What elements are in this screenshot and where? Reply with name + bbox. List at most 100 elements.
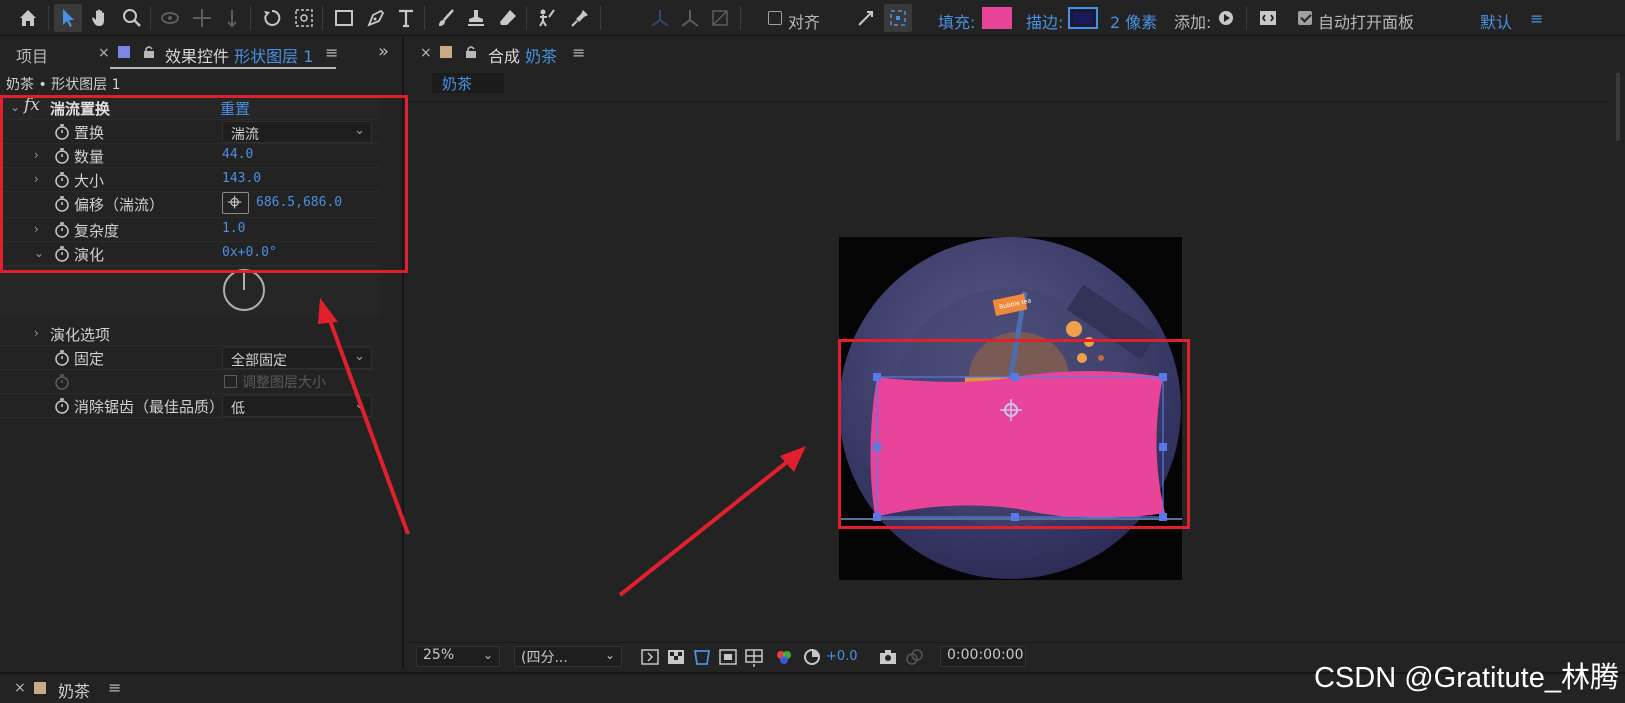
tab-project[interactable]: 项目 [16, 43, 48, 67]
stroke-width-value[interactable]: 2 像素 [1110, 9, 1157, 33]
antialiasing-label: 消除锯齿（最佳品质） [74, 398, 225, 416]
camera-snapshot-icon[interactable] [878, 647, 898, 667]
tab-effect-controls-layer: 形状图层 1 [234, 47, 314, 66]
property-row-antialiasing: 消除锯齿（最佳品质） 低 ⌄ [0, 394, 380, 418]
timecode-value: 0:00:00:00 [947, 647, 1024, 663]
align-checkbox[interactable] [768, 11, 782, 25]
lock-icon[interactable] [466, 46, 476, 58]
chevron-down-icon: ⌄ [482, 648, 493, 662]
panel-menu-icon[interactable]: ≡ [325, 43, 338, 62]
type-tool-icon[interactable] [392, 4, 420, 32]
antialiasing-dropdown[interactable]: 低 ⌄ [222, 395, 372, 417]
chevron-right-icon[interactable]: › [34, 326, 39, 340]
resize-layer-checkbox[interactable] [224, 375, 237, 388]
composition-viewer[interactable]: Bubble tea [408, 101, 1608, 631]
evolution-options-label: 演化选项 [50, 326, 111, 344]
world-axis-mode-icon[interactable] [676, 4, 704, 32]
brush-tool-icon[interactable] [432, 4, 460, 32]
align-label: 对齐 [788, 13, 821, 32]
property-row-pinning: 固定 全部固定 ⌄ [0, 346, 380, 370]
lock-icon[interactable] [144, 46, 154, 58]
puppet-tool-icon[interactable] [566, 4, 594, 32]
expand-panels-icon[interactable]: » [378, 41, 389, 62]
toggle-panel-icon[interactable] [1254, 4, 1282, 32]
hand-tool-icon[interactable] [86, 4, 114, 32]
dolly-camera-icon[interactable] [218, 4, 246, 32]
left-panel-tabs: 项目 × 效果控件 形状图层 1 ≡ » [0, 37, 404, 69]
comp-breadcrumb[interactable]: 奶茶 [432, 73, 504, 93]
chevron-down-icon: ⌄ [354, 349, 365, 364]
selection-tool-icon[interactable] [54, 4, 82, 32]
property-row-resize-layer: 调整图层大小 [0, 370, 380, 394]
roto-brush-tool-icon[interactable] [532, 4, 560, 32]
tab-effect-controls-prefix: 效果控件 [165, 47, 230, 66]
exposure-value[interactable]: +0.0 [826, 649, 858, 664]
color-channels-icon[interactable] [774, 647, 794, 667]
local-axis-mode-icon[interactable] [646, 4, 674, 32]
auto-open-panel-label: 自动打开面板 [1318, 13, 1415, 32]
resolution-dropdown[interactable]: (四分... ⌄ [514, 646, 622, 667]
layer-title: 奶茶 • 形状图层 1 [6, 77, 121, 93]
fill-color-swatch[interactable] [982, 7, 1012, 29]
fast-preview-icon[interactable] [640, 647, 660, 667]
mask-visibility-icon[interactable] [692, 647, 712, 667]
panel-menu-icon[interactable]: ≡ [572, 43, 585, 62]
chevron-down-icon: ⌄ [604, 648, 615, 662]
tab-composition[interactable]: 合成 奶茶 [488, 43, 557, 67]
transparency-grid-icon[interactable] [666, 647, 686, 667]
scrollbar[interactable] [1616, 73, 1620, 141]
active-tab-underline [110, 67, 336, 69]
workspace-default[interactable]: 默认 [1480, 9, 1512, 33]
annotation-highlight-box [838, 339, 1190, 529]
tab-effect-controls[interactable]: 效果控件 形状图层 1 [165, 43, 313, 67]
tab-composition-name: 奶茶 [525, 47, 558, 66]
workspace-menu-icon[interactable]: ≡ [1530, 9, 1543, 28]
stopwatch-icon[interactable] [54, 349, 70, 366]
close-tab-icon[interactable]: × [420, 45, 432, 61]
home-icon[interactable] [14, 4, 42, 32]
pinning-dropdown[interactable]: 全部固定 ⌄ [222, 347, 372, 369]
composition-panel: × 合成 奶茶 ≡ 奶茶 Bubble tea 25% ⌄ (四分... ⌄ +… [408, 37, 1625, 669]
close-tab-icon[interactable]: × [98, 45, 110, 61]
region-of-interest-icon[interactable] [718, 647, 738, 667]
watermark: CSDN @Gratitute_林腾 [1313, 662, 1619, 694]
effect-controls-panel: 项目 × 效果控件 形状图层 1 ≡ » 奶茶 • 形状图层 1 ⌄ fx 湍流… [0, 37, 408, 669]
orbit-camera-icon[interactable] [156, 4, 184, 32]
zoom-dropdown[interactable]: 25% ⌄ [416, 646, 500, 667]
snapping-icon[interactable] [852, 4, 880, 32]
add-menu-icon[interactable] [1212, 4, 1240, 32]
property-row-evolution-options: › 演化选项 [0, 322, 380, 346]
angle-dial[interactable] [222, 268, 266, 312]
grid-guides-icon[interactable] [744, 647, 764, 667]
auto-open-panel-checkbox[interactable] [1298, 11, 1312, 25]
snap-bounds-icon[interactable] [884, 4, 912, 32]
zoom-tool-icon[interactable] [118, 4, 146, 32]
add-label: 添加: [1174, 13, 1212, 32]
layer-color-icon [118, 46, 130, 58]
chevron-down-icon: ⌄ [354, 397, 365, 412]
stopwatch-icon[interactable] [54, 397, 70, 414]
comp-color-icon [34, 682, 46, 694]
pen-tool-icon[interactable] [362, 4, 390, 32]
timecode-field[interactable]: 0:00:00:00 [940, 646, 1026, 667]
show-snapshot-icon[interactable] [904, 647, 924, 667]
dropdown-value: 低 [231, 401, 245, 417]
main-toolbar: 对齐 填充: 描边: 2 像素 添加: 自动打开面板 默认 ≡ [0, 0, 1625, 36]
close-tab-icon[interactable]: × [14, 680, 26, 696]
stroke-label[interactable]: 描边: [1026, 9, 1063, 33]
rectangle-tool-icon[interactable] [330, 4, 358, 32]
eraser-tool-icon[interactable] [494, 4, 522, 32]
tab-composition-prefix: 合成 [488, 47, 521, 66]
zoom-value: 25% [423, 647, 455, 663]
panel-menu-icon[interactable]: ≡ [108, 678, 121, 697]
stroke-color-swatch[interactable] [1068, 7, 1098, 29]
tab-timeline[interactable]: 奶茶 [58, 678, 90, 702]
fill-label[interactable]: 填充: [938, 9, 975, 33]
clone-stamp-tool-icon[interactable] [462, 4, 490, 32]
stopwatch-icon [55, 374, 69, 390]
pan-camera-icon[interactable] [188, 4, 216, 32]
rotate-tool-icon[interactable] [258, 4, 286, 32]
reset-exposure-icon[interactable] [802, 647, 822, 667]
anchor-point-tool-icon[interactable] [290, 4, 318, 32]
view-axis-mode-icon[interactable] [706, 4, 734, 32]
